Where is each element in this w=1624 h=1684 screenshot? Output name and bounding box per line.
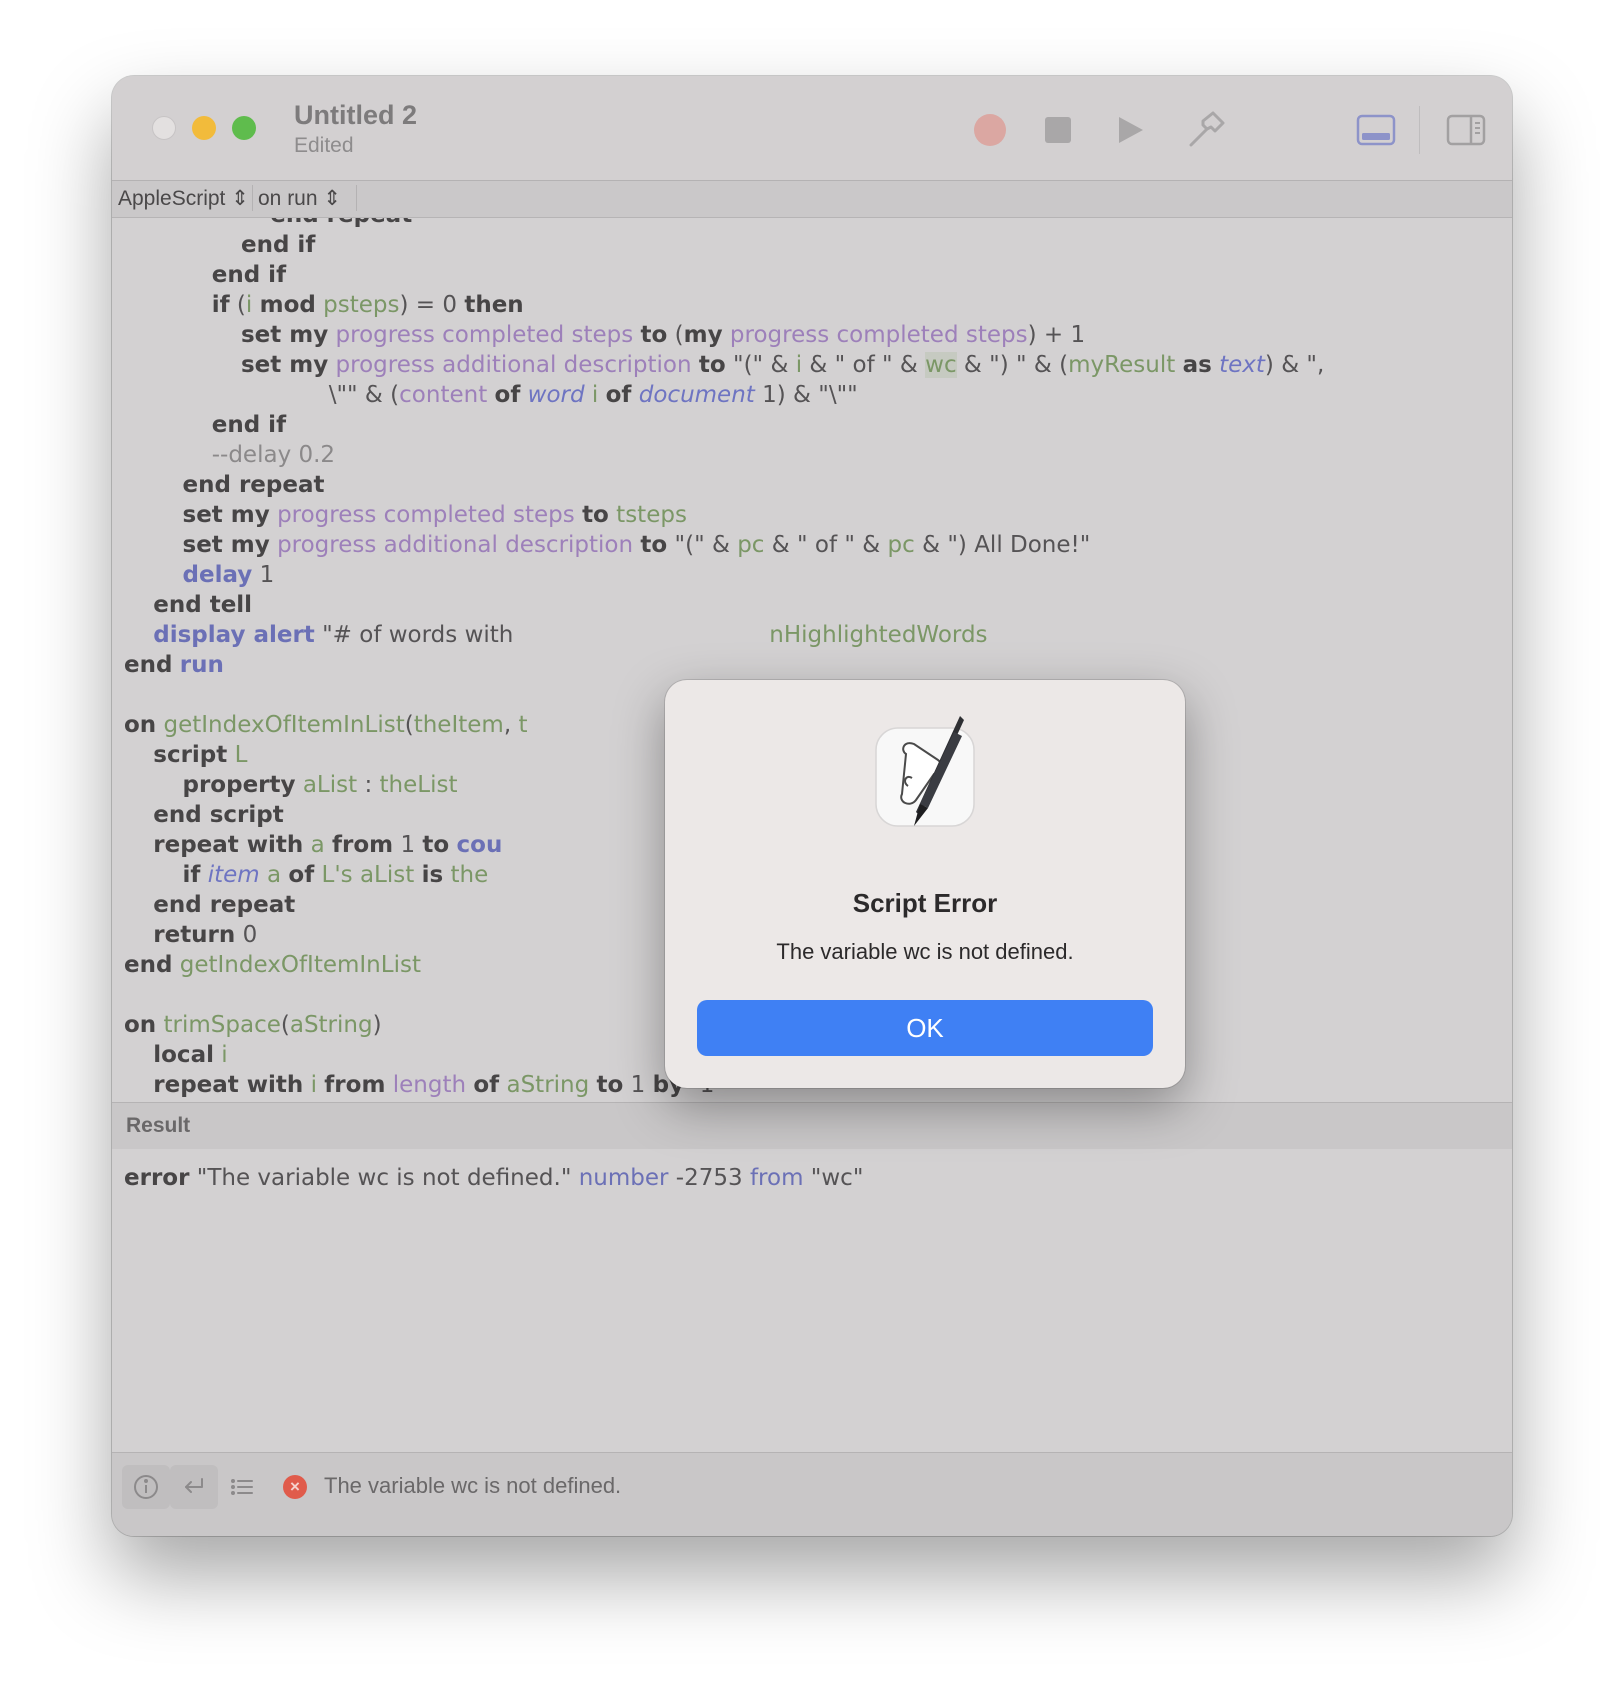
- code-line: return 0: [153, 922, 258, 948]
- code-line: end run: [124, 652, 224, 678]
- code-line: end if: [240, 232, 316, 258]
- code-line: set my progress completed steps to (my p…: [240, 322, 1086, 348]
- zoom-button[interactable]: [232, 116, 256, 140]
- show-log-icon: [1356, 114, 1396, 146]
- number-keyword: number: [578, 1165, 669, 1191]
- code-line: delay 1: [182, 562, 275, 588]
- code-line: end tell: [153, 592, 253, 618]
- chevron-updown-icon: ⇕: [323, 187, 341, 210]
- handler-label: on run: [258, 187, 318, 210]
- compile-button[interactable]: [1182, 106, 1230, 154]
- code-line: property aList : theList: [182, 772, 458, 798]
- nav-divider: [252, 185, 253, 211]
- code-line: end repeat: [153, 892, 296, 918]
- title-bar: Untitled 2 Edited: [112, 76, 1512, 181]
- result-pane[interactable]: error "The variable wc is not defined." …: [112, 1149, 1512, 1452]
- reply-button[interactable]: [170, 1465, 218, 1509]
- code-line: end repeat: [124, 218, 412, 228]
- toolbar-separator: [1419, 106, 1420, 154]
- info-icon: [134, 1475, 158, 1499]
- code-line: end getIndexOfItemInList: [124, 952, 421, 978]
- script-error-dialog: Script Error The variable wc is not defi…: [665, 680, 1185, 1088]
- from-keyword: from: [749, 1165, 804, 1191]
- reply-icon: [185, 1478, 203, 1493]
- code-line: on trimSpace(aString): [124, 1012, 382, 1038]
- status-bar: × The variable wc is not defined.: [112, 1452, 1512, 1536]
- handler-popup[interactable]: on run ⇕: [258, 186, 341, 211]
- show-inspector-icon: [1446, 114, 1486, 146]
- stop-button[interactable]: [1034, 106, 1082, 154]
- code-line: set my progress additional description t…: [240, 352, 1325, 378]
- error-number: -2753: [675, 1165, 743, 1191]
- record-button[interactable]: [966, 106, 1014, 154]
- code-line: end if: [211, 412, 287, 438]
- ok-button[interactable]: OK: [697, 1000, 1153, 1056]
- code-line: repeat with i from length of aString to …: [153, 1072, 714, 1098]
- dialog-message: The variable wc is not defined.: [776, 939, 1074, 964]
- code-line: set my progress completed steps to tstep…: [182, 502, 687, 528]
- code-line: repeat with a from 1 to cou: [153, 832, 503, 858]
- code-line: --delay 0.2: [211, 442, 336, 468]
- code-line: end if: [211, 262, 287, 288]
- close-button[interactable]: [152, 116, 176, 140]
- code-line: display alert "# of words with nHighligh…: [153, 622, 988, 648]
- code-line: local i: [153, 1042, 228, 1068]
- stop-icon: [1045, 117, 1071, 143]
- script-editor-window: Untitled 2 Edited AppleScript ⇕ on run ⇕…: [112, 76, 1512, 1536]
- code-line: if (i mod psteps) = 0 then: [211, 292, 524, 318]
- show-inspector-button[interactable]: [1442, 106, 1490, 154]
- code-line: set my progress additional description t…: [182, 532, 1091, 558]
- minimize-button[interactable]: [192, 116, 216, 140]
- chevron-updown-icon: ⇕: [231, 187, 249, 210]
- record-icon: [974, 114, 1006, 146]
- result-label: Result: [126, 1114, 191, 1137]
- code-line: on getIndexOfItemInList(theItem, t: [124, 712, 528, 738]
- show-log-button[interactable]: [1352, 106, 1400, 154]
- result-text: error "The variable wc is not defined." …: [124, 1165, 863, 1191]
- script-editor-icon: [875, 716, 975, 827]
- run-icon: [1119, 117, 1143, 143]
- window-title: Untitled 2: [294, 100, 418, 130]
- info-button[interactable]: [122, 1465, 170, 1509]
- status-message: The variable wc is not defined.: [324, 1473, 622, 1498]
- error-keyword: error: [124, 1165, 190, 1191]
- compile-icon: [1189, 111, 1225, 147]
- result-header: Result: [112, 1102, 1512, 1150]
- run-button[interactable]: [1106, 106, 1154, 154]
- error-from: "wc": [810, 1165, 864, 1191]
- code-line: script L: [153, 742, 248, 768]
- code-line: end repeat: [182, 472, 325, 498]
- window-subtitle: Edited: [294, 134, 354, 157]
- code-line: \"" & (content of word i of document 1) …: [124, 382, 858, 408]
- code-line: if item a of L's aList is the: [182, 862, 489, 888]
- error-message: "The variable wc is not defined.": [196, 1165, 572, 1191]
- list-icon: [231, 1479, 253, 1495]
- language-label: AppleScript: [118, 187, 226, 210]
- navigation-bar: AppleScript ⇕ on run ⇕: [112, 181, 1512, 218]
- error-icon: ×: [283, 1475, 307, 1499]
- language-popup[interactable]: AppleScript ⇕: [118, 186, 249, 211]
- code-line: end script: [153, 802, 284, 828]
- nav-divider: [356, 185, 357, 211]
- dialog-title: Script Error: [852, 888, 998, 918]
- list-button[interactable]: [218, 1465, 266, 1509]
